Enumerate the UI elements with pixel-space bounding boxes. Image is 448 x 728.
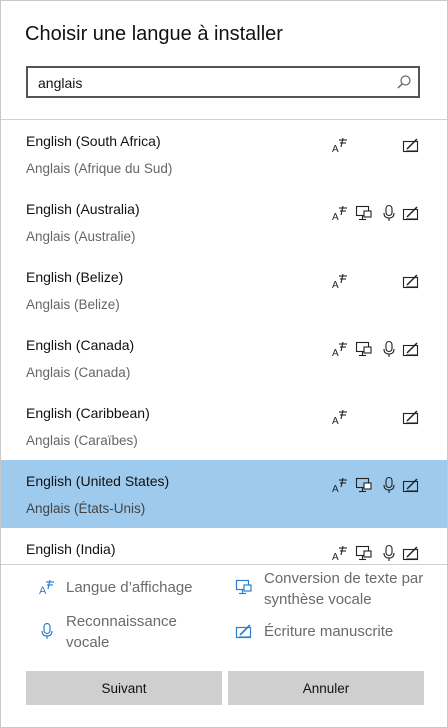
text-to-speech-icon [355, 544, 373, 562]
handwriting-icon [402, 544, 420, 562]
legend-handwriting-label: Écriture manuscrite [264, 623, 394, 640]
legend-display-label: Langue d’affichage [66, 579, 193, 596]
handwriting-icon [402, 340, 420, 358]
handwriting-icon [402, 136, 420, 154]
feature-legend: A Langue d’affichage Conversion de texte… [1, 564, 447, 664]
language-local-name: Anglais (Caraïbes) [26, 433, 138, 448]
legend-tts-label: Conversion de texte par synthèse vocale [264, 570, 424, 608]
language-list-item[interactable]: English (Canada) Anglais (Canada) A [1, 324, 447, 392]
svg-text:A: A [332, 484, 339, 494]
svg-text:A: A [332, 144, 339, 154]
text-to-speech-icon [235, 579, 252, 595]
dialog-title: Choisir une langue à installer [25, 23, 283, 45]
svg-text:A: A [332, 280, 339, 290]
display-language-icon: A [331, 408, 349, 427]
search-box[interactable] [26, 66, 420, 98]
language-list-item[interactable]: English (Australia) Anglais (Australie) A [1, 188, 447, 256]
svg-text:A: A [39, 585, 47, 596]
microphone-icon [380, 340, 398, 358]
language-list-item[interactable]: English (Caribbean) Anglais (Caraïbes) A [1, 392, 447, 460]
display-language-icon: A [39, 579, 54, 596]
language-name: English (Canada) [26, 337, 135, 353]
display-language-icon: A [331, 272, 349, 291]
display-language-icon: A [331, 340, 349, 359]
search-icon[interactable] [396, 74, 412, 90]
language-name: English (Australia) [26, 201, 140, 217]
next-button[interactable]: Suivant [26, 671, 222, 705]
handwriting-icon [402, 204, 420, 222]
language-local-name: Anglais (Canada) [26, 365, 131, 380]
microphone-icon [41, 622, 53, 639]
legend-speech-label: Reconnaissance vocale [66, 613, 177, 651]
language-local-name: Anglais (Belize) [26, 297, 120, 312]
text-to-speech-icon [355, 340, 373, 358]
handwriting-icon [235, 624, 252, 639]
install-language-dialog: Choisir une langue à installer English (… [0, 0, 448, 728]
svg-text:A: A [332, 552, 339, 562]
language-name: English (Caribbean) [26, 405, 150, 421]
microphone-icon [380, 204, 398, 222]
language-list-item[interactable]: English (Belize) Anglais (Belize) A [1, 256, 447, 324]
language-local-name: Anglais (Australie) [26, 229, 136, 244]
language-local-name: Anglais (Afrique du Sud) [26, 161, 173, 176]
text-to-speech-icon [355, 204, 373, 222]
microphone-icon [380, 476, 398, 494]
display-language-icon: A [331, 136, 349, 155]
language-list-item[interactable]: English (India) A [1, 528, 447, 564]
handwriting-icon [402, 476, 420, 494]
language-local-name: Anglais (États-Unis) [26, 501, 146, 516]
text-to-speech-icon [355, 476, 373, 494]
handwriting-icon [402, 408, 420, 426]
language-name: English (United States) [26, 473, 170, 489]
language-list-item[interactable]: English (South Africa) Anglais (Afrique d… [1, 120, 447, 188]
microphone-icon [380, 544, 398, 562]
search-input[interactable] [36, 73, 390, 93]
language-name: English (India) [26, 541, 116, 557]
language-list-item[interactable]: English (United States) Anglais (États-Un… [1, 460, 447, 528]
svg-text:A: A [332, 212, 339, 222]
svg-text:A: A [332, 348, 339, 358]
language-name: English (Belize) [26, 269, 124, 285]
display-language-icon: A [331, 544, 349, 563]
svg-text:A: A [332, 416, 339, 426]
handwriting-icon [402, 272, 420, 290]
language-name: English (South Africa) [26, 133, 161, 149]
language-list[interactable]: English (South Africa) Anglais (Afrique d… [1, 119, 447, 565]
display-language-icon: A [331, 204, 349, 223]
display-language-icon: A [331, 476, 349, 495]
cancel-button[interactable]: Annuler [228, 671, 424, 705]
